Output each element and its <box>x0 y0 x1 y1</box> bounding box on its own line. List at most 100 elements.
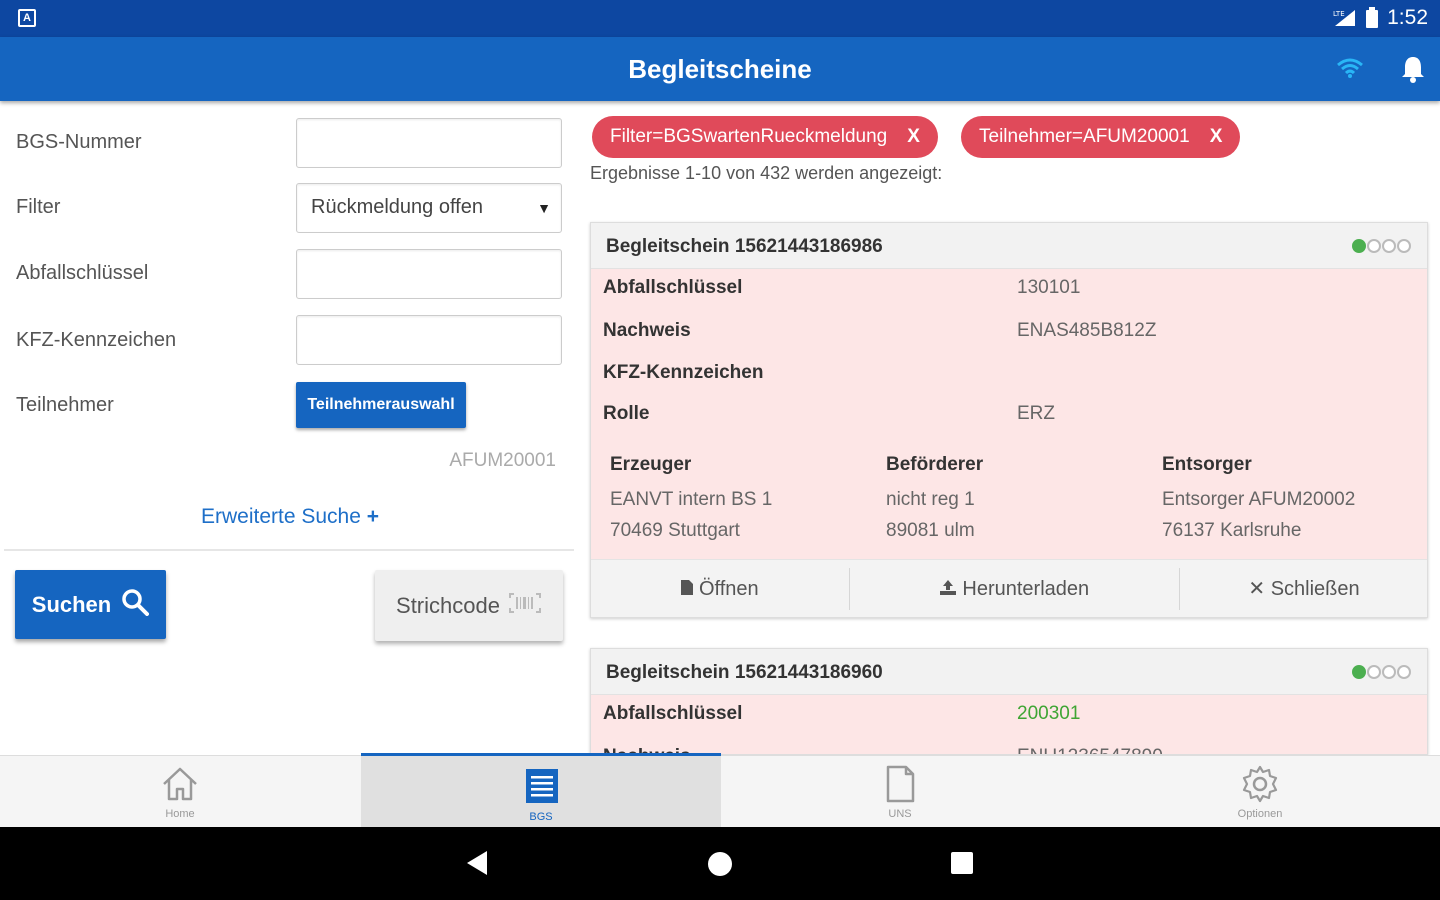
card-actions: Öffnen Herunterladen ✕ Schließen <box>591 559 1427 617</box>
form-divider <box>4 549 574 551</box>
barcode-button-label: Strichcode <box>396 592 500 618</box>
license-plate-label: KFZ-Kennzeichen <box>16 329 177 351</box>
status-dot <box>1397 239 1411 253</box>
close-icon: ✕ <box>1248 578 1266 600</box>
producer-city: 70469 Stuttgart <box>610 520 740 541</box>
bgs-number-input[interactable] <box>296 118 562 168</box>
carrier-heading: Beförderer <box>886 454 984 475</box>
field-key: Rolle <box>603 403 650 424</box>
bottom-navigation: Home BGS UNS Optionen <box>0 753 1440 828</box>
notification-bell-icon[interactable] <box>1400 55 1426 88</box>
license-plate-input[interactable] <box>296 315 562 365</box>
participant-chip[interactable]: Teilnehmer=AFUM20001 X <box>961 116 1241 158</box>
result-card[interactable]: Begleitschein 15621443186986 Abfallschlü… <box>590 222 1428 618</box>
waste-key-input[interactable] <box>296 249 562 299</box>
carrier-block: Beförderer nicht reg 1 89081 ulm <box>886 449 983 546</box>
status-dot <box>1382 665 1396 679</box>
status-dot <box>1352 239 1366 253</box>
remove-filter-button[interactable]: X <box>907 116 920 158</box>
status-dot <box>1367 665 1381 679</box>
close-button[interactable]: ✕ Schließen <box>1179 560 1427 617</box>
filter-select[interactable]: Rückmeldung offen ▼ <box>296 183 562 233</box>
tab-uns[interactable]: UNS <box>720 756 1080 828</box>
page-title: Begleitscheine <box>628 54 812 84</box>
results-count: Ergebnisse 1-10 von 432 werden angezeigt… <box>590 163 943 183</box>
gear-icon <box>1240 764 1280 809</box>
open-label: Öffnen <box>698 578 759 600</box>
download-label: Herunterladen <box>962 578 1090 600</box>
card-header: Begleitschein 15621443186960 <box>591 649 1427 695</box>
tab-bgs-label: BGS <box>529 811 553 823</box>
status-progress <box>1352 239 1411 253</box>
filter-chip[interactable]: Filter=BGSwartenRueckmeldung X <box>592 116 938 158</box>
carrier-city: 89081 ulm <box>886 520 975 541</box>
field-row: Abfallschlüssel 130101 <box>603 277 1080 299</box>
tab-home-label: Home <box>165 808 195 820</box>
field-key: KFZ-Kennzeichen <box>603 362 764 383</box>
open-button[interactable]: Öffnen <box>591 560 849 617</box>
barcode-icon <box>508 592 542 620</box>
download-button[interactable]: Herunterladen <box>849 560 1179 617</box>
producer-name: EANVT intern BS 1 <box>610 489 773 510</box>
disposer-city: 76137 Karlsruhe <box>1162 520 1302 541</box>
back-icon[interactable] <box>467 851 487 875</box>
status-time: 1:52 <box>1387 6 1428 29</box>
field-value: 200301 <box>1017 703 1081 724</box>
extended-search-label: Erweiterte Suche <box>200 505 361 528</box>
recent-apps-icon[interactable] <box>951 852 973 874</box>
app-notification-icon: A <box>18 9 36 27</box>
home-icon <box>160 764 200 809</box>
wifi-icon[interactable] <box>1336 57 1364 84</box>
search-button[interactable]: Suchen <box>15 570 166 639</box>
extended-search-link[interactable]: Erweiterte Suche + <box>0 505 580 529</box>
disposer-heading: Entsorger <box>1162 454 1252 475</box>
bgs-number-label: BGS-Nummer <box>16 131 142 153</box>
document-icon <box>880 764 920 809</box>
result-card[interactable]: Begleitschein 15621443186960 Abfallschlü… <box>590 648 1428 755</box>
search-form: BGS-Nummer Filter Rückmeldung offen ▼ Ab… <box>0 101 580 756</box>
card-header: Begleitschein 15621443186986 <box>591 223 1427 269</box>
plus-icon: + <box>366 505 380 528</box>
disposer-name: Entsorger AFUM20002 <box>1162 489 1356 510</box>
card-body: Abfallschlüssel 130101 Nachweis ENAS485B… <box>591 269 1427 559</box>
card-body: Abfallschlüssel 200301 Nachweis ENU12365… <box>591 695 1427 754</box>
participant-label: Teilnehmer <box>16 394 114 416</box>
close-label: Schließen <box>1270 578 1360 600</box>
tab-bgs[interactable]: BGS <box>361 753 721 828</box>
field-value: ENAS485B812Z <box>1017 320 1157 341</box>
status-bar: A LTE 1:52 <box>0 0 1440 37</box>
field-key: Abfallschlüssel <box>603 703 743 724</box>
field-key: Nachweis <box>603 320 691 341</box>
waste-key-label: Abfallschlüssel <box>16 262 149 284</box>
tab-options[interactable]: Optionen <box>1080 756 1440 828</box>
field-value: ERZ <box>1017 403 1055 424</box>
disposer-block: Entsorger Entsorger AFUM20002 76137 Karl… <box>1162 449 1355 546</box>
field-row: Abfallschlüssel 200301 <box>603 703 1080 725</box>
participant-value: AFUM20001 <box>449 450 556 471</box>
dropdown-caret-icon: ▼ <box>537 200 551 216</box>
search-icon <box>121 588 150 622</box>
participant-select-button[interactable]: Teilnehmerauswahl <box>296 382 466 428</box>
app-bar: Begleitscheine <box>0 37 1440 101</box>
status-dot <box>1397 665 1411 679</box>
filter-chip-label: Filter=BGSwartenRueckmeldung <box>610 126 888 147</box>
signal-icon: LTE <box>1333 8 1357 28</box>
system-navigation-bar <box>0 827 1440 900</box>
producer-heading: Erzeuger <box>610 454 692 475</box>
field-row: Nachweis ENAS485B812Z <box>603 320 1156 342</box>
field-value: ENU1236547890 <box>1017 746 1163 754</box>
carrier-name: nicht reg 1 <box>886 489 975 510</box>
producer-block: Erzeuger EANVT intern BS 1 70469 Stuttga… <box>610 449 772 546</box>
tab-home[interactable]: Home <box>0 756 360 828</box>
file-icon <box>681 578 699 600</box>
card-title: Begleitschein 15621443186960 <box>606 662 883 683</box>
list-icon <box>521 767 561 812</box>
remove-participant-button[interactable]: X <box>1210 116 1223 158</box>
field-value: 130101 <box>1017 277 1081 298</box>
home-circle-icon[interactable] <box>708 852 732 876</box>
filter-label: Filter <box>16 196 61 218</box>
tab-options-label: Optionen <box>1237 808 1283 820</box>
barcode-button[interactable]: Strichcode <box>375 570 563 641</box>
field-key: Abfallschlüssel <box>603 277 743 298</box>
battery-icon <box>1365 7 1379 29</box>
